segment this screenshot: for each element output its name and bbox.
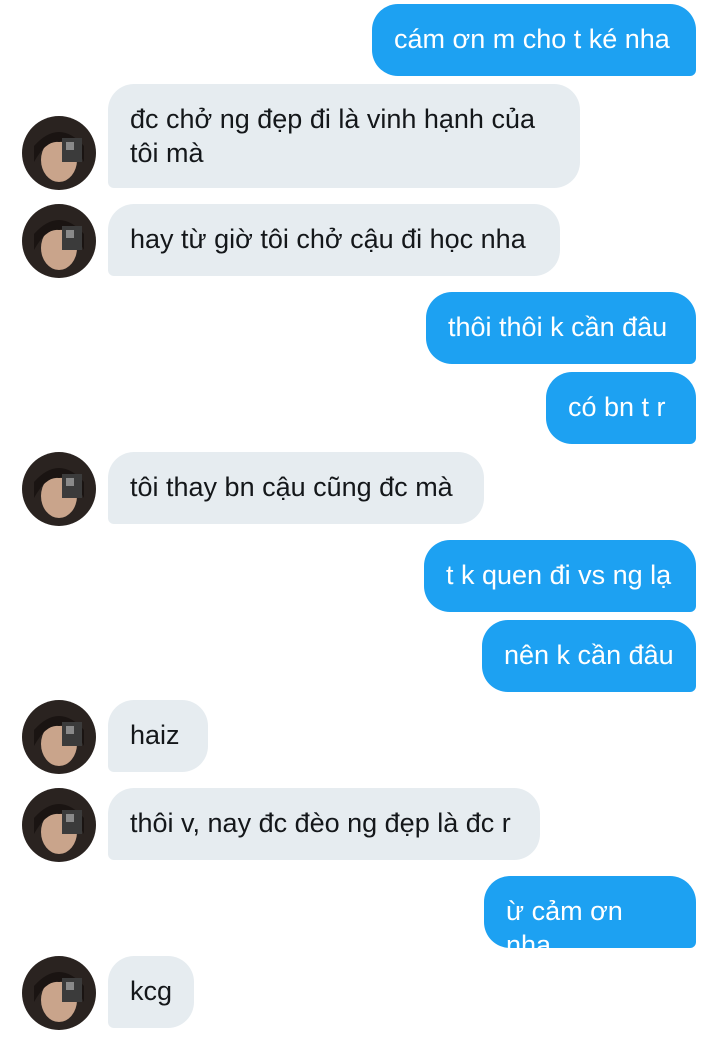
incoming-message-bubble[interactable]: haiz — [108, 700, 208, 772]
contact-avatar[interactable] — [22, 204, 96, 278]
message-row-incoming: đc chở ng đẹp đi là vinh hạnh của tôi mà — [0, 84, 720, 190]
contact-avatar[interactable] — [22, 788, 96, 862]
outgoing-message-bubble[interactable]: t k quen đi vs ng lạ — [424, 540, 696, 612]
contact-avatar[interactable] — [22, 116, 96, 190]
incoming-message-bubble[interactable]: kcg — [108, 956, 194, 1028]
message-row-incoming: thôi v, nay đc đèo ng đẹp là đc r — [0, 788, 720, 862]
outgoing-message-bubble[interactable]: nên k cần đâu — [482, 620, 696, 692]
avatar-photo-icon — [22, 956, 96, 1030]
incoming-message-bubble[interactable]: hay từ giờ tôi chở cậu đi học nha — [108, 204, 560, 276]
message-row-outgoing: nên k cần đâu — [0, 620, 720, 692]
contact-avatar[interactable] — [22, 452, 96, 526]
avatar-photo-icon — [22, 700, 96, 774]
avatar-photo-icon — [22, 452, 96, 526]
outgoing-message-bubble[interactable]: có bn t r — [546, 372, 696, 444]
message-row-outgoing: t k quen đi vs ng lạ — [0, 540, 720, 612]
message-row-outgoing: cám ơn m cho t ké nha — [0, 4, 720, 76]
outgoing-message-bubble[interactable]: ừ cảm ơn nha — [484, 876, 696, 960]
message-row-outgoing: có bn t r — [0, 372, 720, 444]
message-row-incoming: kcg — [0, 956, 720, 1030]
outgoing-message-bubble[interactable]: thôi thôi k cần đâu — [426, 292, 696, 364]
avatar-photo-icon — [22, 204, 96, 278]
message-row-incoming: haiz — [0, 700, 720, 774]
avatar-photo-icon — [22, 788, 96, 862]
contact-avatar[interactable] — [22, 956, 96, 1030]
incoming-message-bubble[interactable]: thôi v, nay đc đèo ng đẹp là đc r — [108, 788, 540, 860]
avatar-photo-icon — [22, 116, 96, 190]
contact-avatar[interactable] — [22, 700, 96, 774]
message-row-outgoing: thôi thôi k cần đâu — [0, 292, 720, 364]
incoming-message-bubble[interactable]: đc chở ng đẹp đi là vinh hạnh của tôi mà — [108, 84, 580, 188]
outgoing-message-bubble[interactable]: cám ơn m cho t ké nha — [372, 4, 696, 76]
message-row-outgoing: ừ cảm ơn nha — [0, 876, 720, 960]
incoming-message-bubble[interactable]: tôi thay bn cậu cũng đc mà — [108, 452, 484, 524]
message-row-incoming: hay từ giờ tôi chở cậu đi học nha — [0, 204, 720, 278]
message-row-incoming: tôi thay bn cậu cũng đc mà — [0, 452, 720, 526]
